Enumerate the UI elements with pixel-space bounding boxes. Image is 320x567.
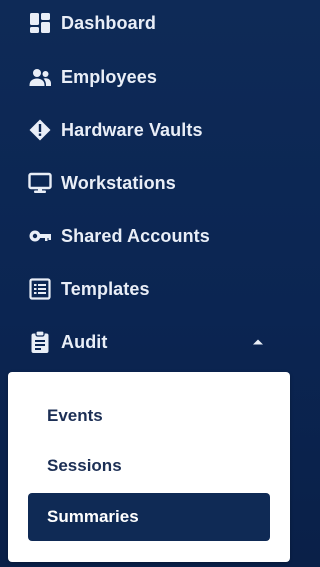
vault-diamond-icon [27, 117, 53, 143]
sidebar-item-hardware-vaults[interactable]: Hardware Vaults [0, 108, 302, 152]
sidebar-item-employees[interactable]: Employees [0, 55, 302, 99]
sidebar-item-label: Shared Accounts [61, 225, 210, 246]
sidebar-item-workstations[interactable]: Workstations [0, 161, 302, 205]
submenu-item-label: Sessions [47, 456, 122, 475]
clipboard-icon [27, 329, 53, 355]
list-icon [27, 276, 53, 302]
sidebar-item-label: Dashboard [61, 12, 156, 33]
audit-submenu: Events Sessions Summaries [8, 372, 290, 562]
submenu-item-label: Events [47, 406, 103, 425]
submenu-item-summaries[interactable]: Summaries [28, 493, 270, 541]
sidebar-item-shared-accounts[interactable]: Shared Accounts [0, 214, 302, 258]
users-icon [27, 64, 53, 90]
monitor-icon [27, 170, 53, 196]
sidebar-item-templates[interactable]: Templates [0, 267, 302, 311]
submenu-item-label: Summaries [47, 507, 139, 526]
chevron-up-icon[interactable] [252, 336, 264, 348]
key-icon [27, 223, 53, 249]
submenu-item-events[interactable]: Events [28, 392, 270, 440]
sidebar: Dashboard Employees Hardware Vaults Work… [0, 0, 302, 567]
sidebar-item-label: Audit [61, 331, 108, 352]
submenu-item-sessions[interactable]: Sessions [28, 442, 270, 490]
sidebar-item-label: Employees [61, 66, 157, 87]
sidebar-item-audit[interactable]: Audit [0, 320, 302, 364]
sidebar-item-label: Workstations [61, 172, 176, 193]
dashboard-icon [27, 10, 53, 36]
sidebar-item-label: Templates [61, 278, 150, 299]
sidebar-item-dashboard[interactable]: Dashboard [0, 1, 302, 45]
sidebar-item-label: Hardware Vaults [61, 119, 203, 140]
